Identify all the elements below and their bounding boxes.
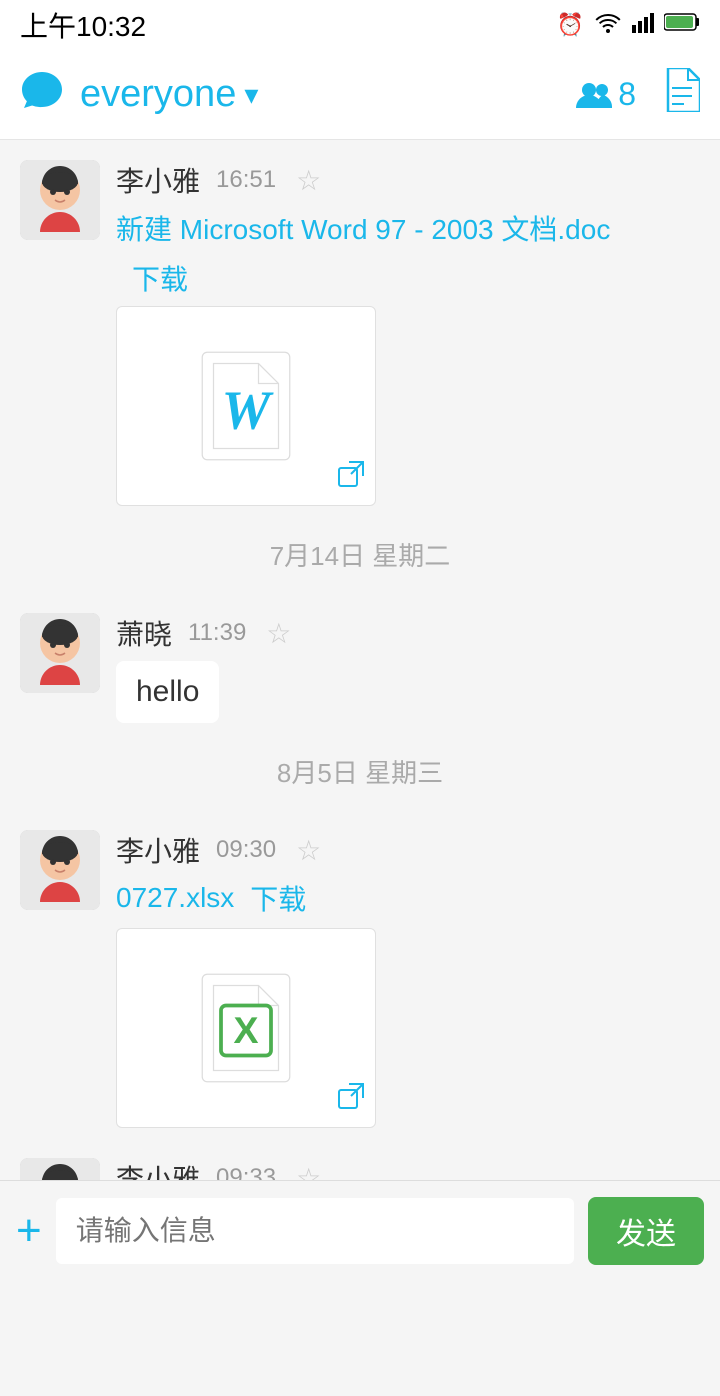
external-link-icon[interactable] <box>337 1082 365 1117</box>
avatar <box>20 613 100 693</box>
svg-text:X: X <box>233 1009 258 1051</box>
input-bar: + 发送 <box>0 1180 720 1280</box>
download-link[interactable]: 下载 <box>132 264 188 295</box>
wifi-icon <box>594 11 622 39</box>
message-row: 萧晓 11:39 ☆ hello <box>0 593 720 733</box>
star-icon[interactable]: ☆ <box>296 834 321 867</box>
message-body: 萧晓 11:39 ☆ hello <box>116 613 700 723</box>
file-links-row: 0727.xlsx 下载 <box>116 878 700 918</box>
members-count[interactable]: 8 <box>576 76 636 113</box>
signal-icon <box>632 11 654 39</box>
message-row: 李小雅 09:30 ☆ 0727.xlsx 下载 X <box>0 810 720 1138</box>
chevron-down-icon: ▾ <box>244 78 258 111</box>
message-body: 李小雅 09:30 ☆ 0727.xlsx 下载 X <box>116 830 700 1128</box>
avatar <box>20 830 100 910</box>
document-icon[interactable] <box>664 68 700 121</box>
date-divider: 8月5日 星期三 <box>0 733 720 810</box>
download-link[interactable]: 下载 <box>250 878 306 918</box>
battery-icon <box>664 12 700 38</box>
external-link-icon[interactable] <box>337 460 365 495</box>
message-time: 09:30 <box>216 836 276 864</box>
message-text: hello <box>136 675 199 708</box>
star-icon[interactable]: ☆ <box>266 617 291 650</box>
add-button[interactable]: + <box>16 1206 42 1256</box>
send-button[interactable]: 发送 <box>588 1197 704 1265</box>
message-header: 李小雅 16:51 ☆ <box>116 160 700 200</box>
message-bubble: hello <box>116 661 219 723</box>
sender-name: 萧晓 <box>116 613 172 653</box>
message-header: 李小雅 09:30 ☆ <box>116 830 700 870</box>
message-time: 11:39 <box>188 619 246 647</box>
word-icon: W <box>196 346 296 466</box>
sender-name: 李小雅 <box>116 160 200 200</box>
header-title-container[interactable]: everyone ▾ <box>80 73 258 116</box>
member-count-label: 8 <box>618 76 636 113</box>
word-file-card[interactable]: W <box>116 306 376 506</box>
message-input[interactable] <box>56 1198 574 1264</box>
excel-icon: X <box>196 968 296 1088</box>
channel-name: everyone <box>80 73 236 116</box>
svg-text:W: W <box>222 380 275 441</box>
status-time: 上午10:32 <box>20 5 146 45</box>
clock-icon: ⏰ <box>557 12 584 38</box>
message-row: 李小雅 16:51 ☆ 新建 Microsoft Word 97 - 2003 … <box>0 140 720 516</box>
file-link[interactable]: 新建 Microsoft Word 97 - 2003 文档.doc <box>116 208 610 248</box>
date-text: 8月5日 星期三 <box>277 758 443 788</box>
header-actions: 8 <box>576 68 700 121</box>
star-icon[interactable]: ☆ <box>296 164 321 197</box>
download-link-row: 下载 <box>116 258 700 298</box>
excel-file-card[interactable]: X <box>116 928 376 1128</box>
message-header: 萧晓 11:39 ☆ <box>116 613 700 653</box>
date-divider: 7月14日 星期二 <box>0 516 720 593</box>
file-links-row: 新建 Microsoft Word 97 - 2003 文档.doc <box>116 208 700 248</box>
sender-name: 李小雅 <box>116 830 200 870</box>
avatar <box>20 160 100 240</box>
chat-icon <box>20 70 64 120</box>
status-bar: 上午10:32 ⏰ <box>0 0 720 50</box>
message-body: 李小雅 16:51 ☆ 新建 Microsoft Word 97 - 2003 … <box>116 160 700 506</box>
file-link[interactable]: 0727.xlsx <box>116 882 234 914</box>
message-time: 16:51 <box>216 166 276 194</box>
status-icons: ⏰ <box>557 11 700 39</box>
date-text: 7月14日 星期二 <box>270 541 451 571</box>
chat-header: everyone ▾ 8 <box>0 50 720 140</box>
